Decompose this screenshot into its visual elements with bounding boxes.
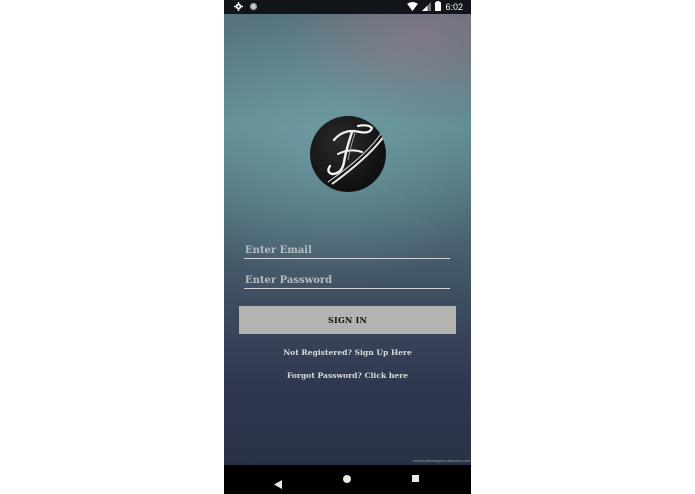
forgot-password-link[interactable]: Forgot Password? Click here [224,371,471,380]
wifi-icon [407,1,419,13]
app-logo [310,116,386,192]
password-input[interactable] [244,271,452,290]
phone-screen: 6:02 SIGN IN Not Registered? Sign Up Her… [224,0,471,494]
watermark: www.freebackgroundsstock.com [412,458,470,463]
home-icon[interactable] [343,475,351,483]
email-input[interactable] [244,241,452,260]
signal-icon [422,1,432,13]
status-right-icons: 6:02 [407,1,463,13]
status-bar: 6:02 [224,0,471,14]
sign-in-button[interactable]: SIGN IN [239,306,456,334]
email-field[interactable] [244,238,452,260]
circle-icon [249,2,258,13]
login-screen: SIGN IN Not Registered? Sign Up Here For… [224,14,471,465]
gear-icon [234,2,243,13]
battery-icon [435,1,442,13]
logo-letter-f [327,124,385,185]
status-left-icons [234,2,258,13]
sign-up-link[interactable]: Not Registered? Sign Up Here [224,348,471,357]
status-time: 6:02 [445,2,463,12]
navigation-bar [224,465,471,494]
recents-icon[interactable] [412,475,419,482]
password-field[interactable] [244,268,452,290]
back-icon[interactable] [274,474,282,493]
